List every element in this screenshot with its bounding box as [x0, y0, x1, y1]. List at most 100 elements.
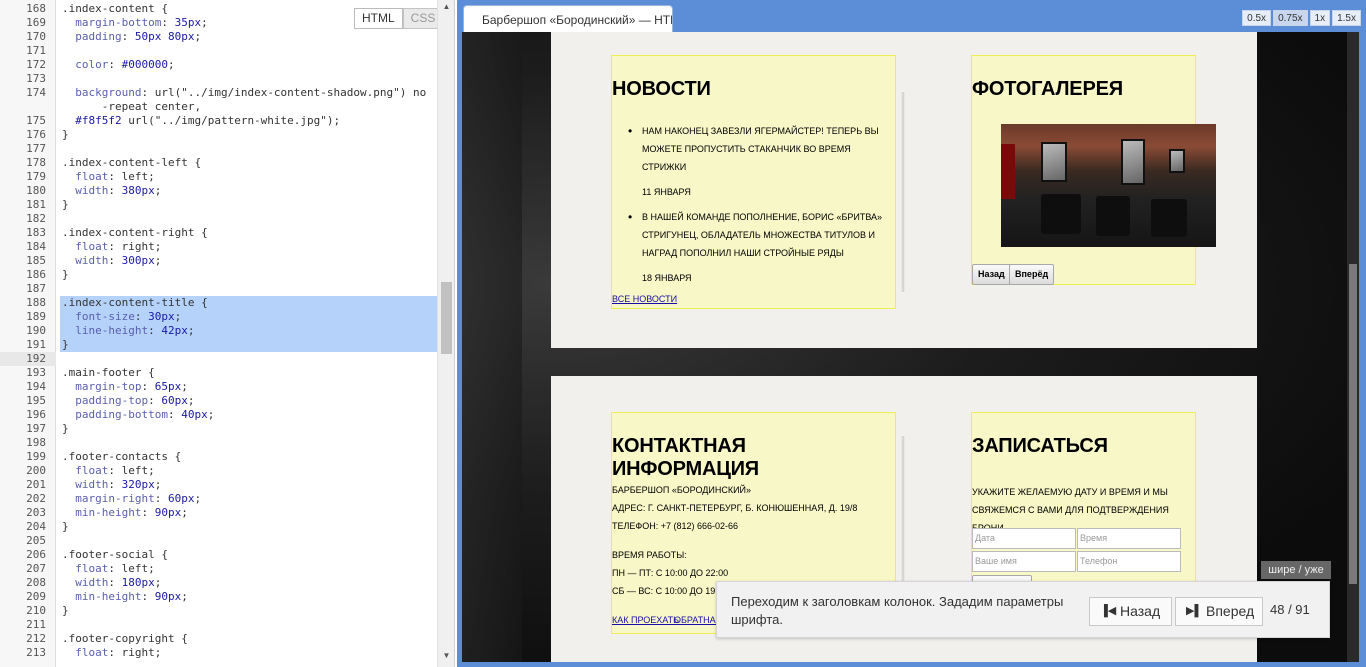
- name-input[interactable]: Ваше имя: [972, 551, 1076, 572]
- code-line[interactable]: 199 .footer-contacts {: [0, 450, 437, 464]
- css-code-editor[interactable]: 168 .index-content {169 margin-bottom: 35…: [0, 0, 455, 667]
- code-line[interactable]: 189 font-size: 30px;: [0, 310, 437, 324]
- line-number: 201: [26, 478, 46, 491]
- zoom-1-5x-button[interactable]: 1.5x: [1332, 10, 1361, 26]
- code-line[interactable]: 204}: [0, 520, 437, 534]
- code-text: .index-content-left {: [62, 156, 202, 169]
- code-line[interactable]: 175 #f8f5f2 url("../img/pattern-white.jp…: [0, 114, 437, 128]
- code-line[interactable]: 211: [0, 618, 437, 632]
- line-number: 200: [26, 464, 46, 477]
- date-input[interactable]: Дата: [972, 528, 1076, 549]
- code-text: font-size: 30px;: [75, 310, 182, 323]
- code-line[interactable]: 201 width: 320px;: [0, 478, 437, 492]
- preview-scroll-thumb[interactable]: [1349, 264, 1357, 584]
- preview-tab[interactable]: Барбершоп «Бородинский» — HTML: [463, 5, 673, 33]
- line-number: 171: [26, 44, 46, 57]
- lesson-back-label: Назад: [1120, 603, 1161, 619]
- code-line[interactable]: 181}: [0, 198, 437, 212]
- line-number: 184: [26, 240, 46, 253]
- code-line[interactable]: 184 float: right;: [0, 240, 437, 254]
- code-line[interactable]: 174 background: url("../img/index-conten…: [0, 86, 437, 100]
- code-line[interactable]: 194 margin-top: 65px;: [0, 380, 437, 394]
- language-toggle: HTML CSS: [354, 8, 444, 29]
- code-text: margin-right: 60px;: [75, 492, 202, 505]
- hours-title: Время работы:: [612, 550, 687, 560]
- code-text: }: [62, 268, 69, 281]
- code-line[interactable]: 187: [0, 282, 437, 296]
- lesson-back-button[interactable]: ▐◀ Назад: [1089, 597, 1172, 626]
- html-tab-button[interactable]: HTML: [354, 8, 403, 29]
- line-number: 211: [26, 618, 46, 631]
- code-line[interactable]: 213 float: right;: [0, 646, 437, 660]
- line-number: 197: [26, 422, 46, 435]
- code-line[interactable]: 209 min-height: 90px;: [0, 590, 437, 604]
- editor-scroll-thumb[interactable]: [441, 282, 452, 354]
- code-line[interactable]: 188 .index-content-title {: [0, 296, 437, 310]
- code-line[interactable]: 200 float: left;: [0, 464, 437, 478]
- gallery-next-button[interactable]: Вперёд: [1009, 264, 1055, 285]
- line-number: 204: [26, 520, 46, 533]
- code-line[interactable]: 185 width: 300px;: [0, 254, 437, 268]
- code-line[interactable]: 180 width: 380px;: [0, 184, 437, 198]
- line-number: 170: [26, 30, 46, 43]
- code-line[interactable]: 192: [0, 352, 437, 366]
- code-line[interactable]: 208 width: 180px;: [0, 576, 437, 590]
- all-news-link[interactable]: Все новости: [612, 294, 677, 304]
- code-line[interactable]: 191}: [0, 338, 437, 352]
- code-line[interactable]: 183 .index-content-right {: [0, 226, 437, 240]
- code-text: .main-footer {: [62, 366, 155, 379]
- news-item: В нашей команде пополнение, Борис «Бритв…: [612, 208, 892, 262]
- code-text: margin-bottom: 35px;: [75, 16, 208, 29]
- scroll-up-icon[interactable]: ▲: [438, 0, 455, 14]
- code-line[interactable]: 212 .footer-copyright {: [0, 632, 437, 646]
- code-line[interactable]: 182: [0, 212, 437, 226]
- photo-chair: [1096, 196, 1130, 236]
- code-line[interactable]: 205: [0, 534, 437, 548]
- gallery-prev-button[interactable]: Назад: [972, 264, 1011, 285]
- zoom-0-5x-button[interactable]: 0.5x: [1242, 10, 1272, 26]
- width-toggle[interactable]: шире / уже: [1261, 561, 1331, 579]
- code-line[interactable]: 178 .index-content-left {: [0, 156, 437, 170]
- phone-input[interactable]: Телефон: [1077, 551, 1181, 572]
- code-text: width: 320px;: [75, 478, 162, 491]
- code-line[interactable]: 207 float: left;: [0, 562, 437, 576]
- code-line[interactable]: 190 line-height: 42px;: [0, 324, 437, 338]
- code-line[interactable]: 172 color: #000000;: [0, 58, 437, 72]
- code-line[interactable]: 196 padding-bottom: 40px;: [0, 408, 437, 422]
- code-line[interactable]: 210}: [0, 604, 437, 618]
- gallery-title: Фотогалерея: [972, 78, 1123, 100]
- line-number: 205: [26, 534, 46, 547]
- code-line[interactable]: 173: [0, 72, 437, 86]
- skip-back-icon: ▐◀: [1100, 605, 1117, 617]
- editor-scrollbar[interactable]: ▲ ▼: [437, 0, 454, 667]
- scroll-down-icon[interactable]: ▼: [438, 649, 455, 663]
- news-item-text: Нам наконец завезли Ягермайстер! Теперь …: [642, 126, 879, 172]
- line-number: 209: [26, 590, 46, 603]
- code-text: .index-content {: [62, 2, 168, 15]
- code-line[interactable]: 203 min-height: 90px;: [0, 506, 437, 520]
- code-line[interactable]: -repeat center,: [0, 100, 437, 114]
- code-line[interactable]: 171: [0, 44, 437, 58]
- code-line[interactable]: 202 margin-right: 60px;: [0, 492, 437, 506]
- code-line[interactable]: 186}: [0, 268, 437, 282]
- code-line[interactable]: 198: [0, 436, 437, 450]
- code-line[interactable]: 176}: [0, 128, 437, 142]
- code-text: float: left;: [75, 562, 155, 575]
- code-line[interactable]: 170 padding: 50px 80px;: [0, 30, 437, 44]
- lesson-forward-button[interactable]: ▶▌ Вперед: [1175, 597, 1263, 626]
- code-line[interactable]: 195 padding-top: 60px;: [0, 394, 437, 408]
- line-number: 190: [26, 324, 46, 337]
- code-line[interactable]: 197}: [0, 422, 437, 436]
- line-number: 177: [26, 142, 46, 155]
- code-line[interactable]: 179 float: left;: [0, 170, 437, 184]
- code-line[interactable]: 193 .main-footer {: [0, 366, 437, 380]
- zoom-0-75x-button[interactable]: 0.75x: [1273, 10, 1308, 26]
- code-line[interactable]: 206 .footer-social {: [0, 548, 437, 562]
- route-link[interactable]: Как проехать: [612, 615, 679, 625]
- zoom-1x-button[interactable]: 1x: [1309, 10, 1331, 26]
- code-lines[interactable]: 168 .index-content {169 margin-bottom: 35…: [0, 2, 437, 660]
- time-input[interactable]: Время: [1077, 528, 1181, 549]
- code-line[interactable]: 177: [0, 142, 437, 156]
- preview-scrollbar[interactable]: [1347, 32, 1359, 662]
- line-number: 189: [26, 310, 46, 323]
